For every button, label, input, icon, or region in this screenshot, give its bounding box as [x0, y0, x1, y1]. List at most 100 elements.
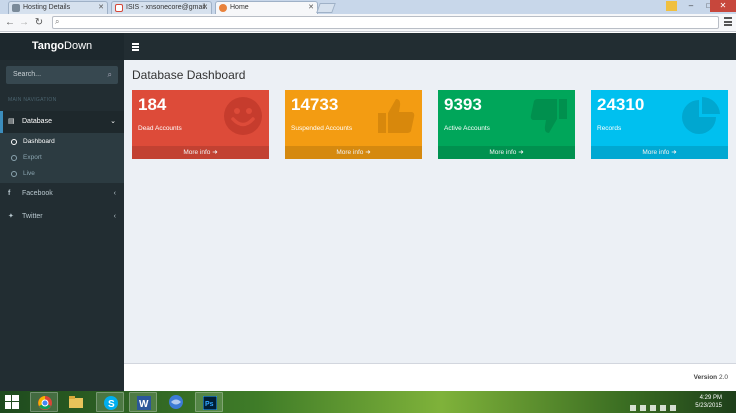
browser-icon	[169, 395, 183, 409]
reload-icon[interactable]: ↻	[33, 16, 45, 29]
database-submenu: Dashboard Export Live	[0, 133, 124, 183]
submenu-item-dashboard[interactable]: Dashboard	[0, 134, 124, 150]
address-bar[interactable]: ⌕	[52, 16, 719, 29]
tab-label: ISIS - xnsonecore@gmail.	[126, 4, 208, 11]
sidebar: TangoDown Search... ⌕ MAIN NAVIGATION ▤ …	[0, 33, 124, 391]
search-placeholder: Search...	[13, 71, 42, 78]
windows-logo-icon	[5, 395, 19, 409]
system-tray-icons[interactable]	[630, 398, 690, 411]
nav-header: MAIN NAVIGATION	[8, 97, 57, 103]
more-info-link[interactable]: More info ➜	[438, 146, 575, 159]
taskbar-file-explorer[interactable]	[62, 392, 90, 412]
stat-value: 24310	[597, 95, 645, 114]
svg-text:S: S	[108, 399, 115, 410]
taskbar-chrome[interactable]	[30, 392, 58, 412]
submenu-label: Export	[23, 154, 42, 161]
system-clock[interactable]: 4:29 PM 5/23/2015	[695, 394, 722, 410]
clock-time: 4:29 PM	[699, 395, 722, 401]
search-icon[interactable]: ⌕	[108, 66, 112, 84]
submenu-label: Dashboard	[23, 138, 55, 145]
close-icon[interactable]: ✕	[308, 2, 314, 14]
arrow-circle-right-icon: ➜	[365, 149, 371, 156]
facebook-icon: f	[8, 190, 11, 197]
page-footer: Version 2.0	[124, 363, 736, 391]
chrome-icon	[38, 396, 52, 410]
taskbar-word[interactable]: W	[129, 392, 157, 412]
browser-toolbar: ← → ↻ ⌕	[0, 14, 736, 32]
word-icon: W	[137, 396, 151, 410]
file-explorer-icon	[69, 396, 83, 408]
submenu-item-export[interactable]: Export	[0, 150, 124, 166]
window-close-button[interactable]: ✕	[710, 0, 736, 12]
more-info-label: More info	[642, 149, 670, 156]
windows-taskbar: S W Ps 4:29 PM 5/23/2015	[0, 391, 736, 413]
version-text: Version 2.0	[694, 374, 728, 381]
svg-text:W: W	[139, 399, 149, 410]
more-info-link[interactable]: More info ➜	[591, 146, 728, 159]
brand-logo[interactable]: TangoDown	[0, 33, 124, 60]
tab-home[interactable]: Home ✕	[215, 1, 318, 14]
tab-gmail[interactable]: ISIS - xnsonecore@gmail. ✕	[111, 1, 212, 14]
stat-label: Active Accounts	[444, 125, 490, 132]
arrow-circle-right-icon: ➜	[671, 149, 677, 156]
sidebar-toggle-icon[interactable]	[132, 43, 139, 52]
user-profile-icon[interactable]	[666, 1, 677, 11]
more-info-link[interactable]: More info ➜	[132, 146, 269, 159]
submenu-label: Live	[23, 170, 35, 177]
thumbs-up-icon	[378, 99, 415, 133]
brand-name-light: Down	[64, 40, 93, 52]
minimize-button[interactable]: –	[682, 0, 700, 12]
back-arrow-icon[interactable]: ←	[4, 16, 16, 29]
tab-hosting-details[interactable]: Hosting Details ✕	[8, 1, 108, 14]
clock-date: 5/23/2015	[695, 403, 722, 409]
stat-box-dead-accounts: 184 Dead Accounts More info ➜	[132, 90, 269, 159]
version-value: 2.0	[718, 374, 728, 381]
arrow-circle-right-icon: ➜	[212, 149, 218, 156]
circle-icon	[11, 171, 17, 177]
circle-icon	[11, 139, 17, 145]
tab-label: Hosting Details	[23, 4, 71, 11]
start-button[interactable]	[0, 392, 24, 412]
skype-icon: S	[104, 396, 118, 410]
svg-text:Ps: Ps	[205, 401, 214, 408]
taskbar-browser[interactable]	[162, 392, 190, 412]
browser-tab-strip: Hosting Details ✕ ISIS - xnsonecore@gmai…	[0, 0, 736, 14]
stat-label: Dead Accounts	[138, 125, 182, 132]
chrome-menu-icon[interactable]	[724, 17, 732, 28]
close-icon[interactable]: ✕	[202, 2, 208, 14]
chevron-down-icon: ⌄	[110, 118, 116, 125]
gmail-icon	[115, 4, 123, 12]
brand-name-bold: Tango	[31, 40, 65, 52]
thumbs-down-icon	[530, 99, 567, 133]
stat-value: 9393	[444, 95, 482, 114]
twitter-icon: ✦	[8, 213, 14, 220]
stat-value: 14733	[291, 95, 339, 114]
close-icon[interactable]: ✕	[98, 2, 104, 14]
sidebar-search-input[interactable]: Search... ⌕	[6, 66, 118, 84]
stat-box-active-accounts: 9393 Active Accounts More info ➜	[438, 90, 575, 159]
smiley-icon	[224, 97, 262, 135]
photoshop-icon: Ps	[203, 396, 217, 410]
stat-value: 184	[138, 95, 167, 114]
arrow-circle-right-icon: ➜	[518, 149, 524, 156]
document-icon	[12, 4, 20, 12]
new-tab-button[interactable]	[316, 3, 336, 13]
more-info-link[interactable]: More info ➜	[285, 146, 422, 159]
pie-chart-icon	[682, 96, 720, 134]
forward-arrow-icon[interactable]: →	[18, 16, 30, 29]
version-label: Version	[693, 374, 718, 381]
submenu-item-live[interactable]: Live	[0, 166, 124, 182]
sidebar-item-label: Facebook	[22, 190, 53, 197]
more-info-label: More info	[489, 149, 517, 156]
taskbar-skype[interactable]: S	[96, 392, 124, 412]
search-icon: ⌕	[55, 17, 60, 26]
stat-box-suspended-accounts: 14733 Suspended Accounts More info ➜	[285, 90, 422, 159]
chevron-left-icon: ‹	[113, 213, 116, 220]
main-content: Database Dashboard 184 Dead Accounts Mor…	[124, 60, 736, 363]
stat-label: Suspended Accounts	[291, 125, 353, 132]
sidebar-item-twitter[interactable]: ✦ Twitter ‹	[0, 206, 124, 228]
sidebar-item-facebook[interactable]: f Facebook ‹	[0, 183, 124, 205]
tab-label: Home	[230, 4, 249, 11]
sidebar-item-database[interactable]: ▤ Database ⌄	[0, 111, 124, 133]
taskbar-photoshop[interactable]: Ps	[195, 392, 223, 412]
